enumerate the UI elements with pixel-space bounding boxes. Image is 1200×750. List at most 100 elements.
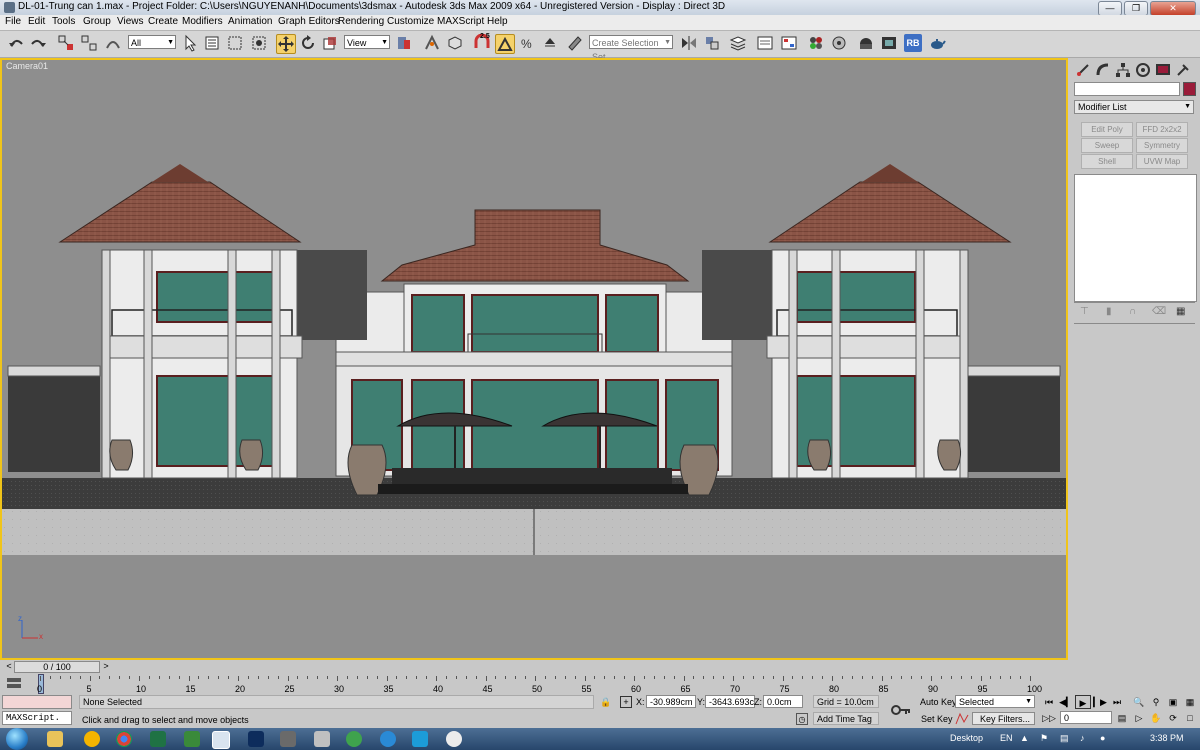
app-icon-blue[interactable] (380, 731, 396, 747)
align-icon[interactable] (703, 34, 721, 52)
pivot-point-center-icon[interactable] (395, 34, 413, 52)
set-key-icon[interactable] (890, 700, 912, 720)
tray-network-icon[interactable]: ▤ (1060, 733, 1069, 744)
select-and-scale-icon[interactable] (321, 34, 339, 52)
3dsmax-taskbar-icon[interactable] (212, 731, 230, 749)
orbit-icon[interactable]: ⟳ (1165, 711, 1181, 725)
zoom-all-icon[interactable]: ⚲ (1148, 695, 1164, 709)
modifier-stack-list[interactable] (1074, 174, 1197, 302)
key-mode-dropdown[interactable]: Selected ▼ (955, 695, 1035, 708)
messenger-icon[interactable] (84, 731, 100, 747)
default-in-out-tangent-icon[interactable] (955, 712, 969, 725)
shell-button[interactable]: Shell (1081, 154, 1133, 169)
select-and-manipulate-icon[interactable] (423, 34, 441, 52)
remove-modifier-icon[interactable]: ⌫ (1152, 306, 1166, 317)
motion-tab-icon[interactable] (1135, 62, 1151, 78)
explorer-icon[interactable] (47, 731, 63, 747)
lock-selection-icon[interactable]: 🔒 (600, 697, 611, 708)
menu-help[interactable]: Help (487, 16, 508, 27)
sweep-button[interactable]: Sweep (1081, 138, 1133, 153)
named-selection-sets-dropdown[interactable]: Create Selection Set ▼ (589, 35, 673, 62)
photoshop-icon[interactable] (248, 731, 264, 747)
key-mode-toggle-icon[interactable]: ▷▷ (1041, 711, 1057, 725)
unlink-icon[interactable] (80, 34, 98, 52)
menu-rendering[interactable]: Rendering (338, 16, 384, 27)
play-icon[interactable]: ▶ (1075, 695, 1091, 709)
menu-maxscript[interactable]: MAXScript (437, 16, 484, 27)
app-icon-cyan[interactable] (412, 731, 428, 747)
minimize-button[interactable]: — (1098, 1, 1122, 16)
absolute-mode-icon[interactable]: + (620, 696, 632, 708)
maxscript-mini-listener[interactable]: MAXScript. (2, 711, 72, 725)
start-button[interactable] (6, 728, 28, 750)
teapot-icon[interactable] (928, 34, 946, 52)
render-production-icon[interactable] (880, 34, 898, 52)
schematic-view-icon[interactable] (780, 34, 798, 52)
y-coord-field[interactable]: -3643.693c (705, 695, 755, 708)
make-unique-icon[interactable]: ∩ (1129, 306, 1136, 317)
x-coord-field[interactable]: -30.989cm (646, 695, 696, 708)
app-icon-light[interactable] (314, 731, 330, 747)
edit-poly-button[interactable]: Edit Poly (1081, 122, 1133, 137)
track-bar[interactable]: 0 5 10 15 20 25 30 35 40 45 50 55 60 65 70 75 80 85 90 95 10… (0, 674, 1068, 694)
go-to-end-icon[interactable]: ⏭ (1109, 695, 1125, 709)
menu-views[interactable]: Views (117, 16, 144, 27)
app-icon[interactable] (4, 2, 15, 13)
create-tab-icon[interactable] (1075, 62, 1091, 78)
layer-manager-icon[interactable] (729, 34, 747, 52)
add-time-tag-button[interactable]: Add Time Tag (813, 712, 879, 725)
menu-group[interactable]: Group (83, 16, 111, 27)
field-of-view-icon[interactable]: ▷ (1131, 711, 1147, 725)
prev-frame-icon[interactable]: < (4, 661, 14, 673)
next-frame-icon[interactable]: > (101, 661, 111, 673)
menu-tools[interactable]: Tools (52, 16, 75, 27)
tray-arrow-icon[interactable]: ▲ (1020, 733, 1029, 743)
app-icon-round-green[interactable] (346, 731, 362, 747)
window-crossing-icon[interactable] (250, 34, 268, 52)
redo-icon[interactable] (29, 34, 47, 52)
tray-flag-icon[interactable]: ⚑ (1040, 733, 1048, 744)
time-slider-track[interactable]: < 0 / 100 > (0, 660, 1068, 674)
menu-file[interactable]: File (5, 16, 21, 27)
mirror-icon[interactable] (680, 34, 698, 52)
undo-icon[interactable] (7, 34, 25, 52)
pan-view-icon[interactable]: ✋ (1148, 711, 1164, 725)
object-color-swatch[interactable] (1183, 82, 1196, 96)
maximize-viewport-icon[interactable]: □ (1182, 711, 1198, 725)
rb-script-button[interactable]: RB (904, 34, 922, 52)
mini-curve-editor-icon[interactable] (5, 676, 23, 692)
modifier-list-dropdown[interactable]: Modifier List ▼ (1074, 100, 1194, 114)
menu-edit[interactable]: Edit (28, 16, 45, 27)
auto-key-button[interactable]: Auto Key (920, 697, 957, 707)
previous-frame-icon[interactable]: ◀▎ (1058, 695, 1074, 709)
render-setup-icon[interactable] (830, 34, 848, 52)
rendered-frame-window-icon[interactable] (857, 34, 875, 52)
current-frame-field[interactable]: 0 (1060, 711, 1112, 724)
configure-sets-icon[interactable]: ▦ (1176, 306, 1185, 317)
curve-editor-icon[interactable] (756, 34, 774, 52)
tray-app-icon[interactable]: ● (1100, 733, 1105, 743)
chrome-icon[interactable] (116, 731, 132, 747)
modify-tab-icon[interactable] (1095, 62, 1111, 78)
close-button[interactable]: ✕ (1150, 1, 1196, 16)
key-filters-button[interactable]: Key Filters... (972, 712, 1035, 725)
excel-icon[interactable] (150, 731, 166, 747)
zoom-extents-all-icon[interactable]: ▦ (1182, 695, 1198, 709)
pin-stack-icon[interactable]: ⊤ (1080, 306, 1089, 317)
show-end-result-icon[interactable]: ▮ (1106, 306, 1112, 317)
object-name-field[interactable] (1074, 82, 1180, 96)
menu-modifiers[interactable]: Modifiers (182, 16, 223, 27)
edit-named-selection-icon[interactable] (566, 34, 584, 52)
time-configuration-icon[interactable]: ▤ (1114, 711, 1130, 725)
rectangular-selection-icon[interactable] (226, 34, 244, 52)
symmetry-button[interactable]: Symmetry (1136, 138, 1188, 153)
app-icon-green[interactable] (184, 731, 200, 747)
time-tag-icon[interactable]: ◷ (796, 713, 808, 725)
app-icon-white[interactable] (446, 731, 462, 747)
material-editor-icon[interactable] (807, 34, 825, 52)
time-slider-thumb[interactable]: 0 / 100 (14, 661, 100, 673)
tray-volume-icon[interactable]: ♪ (1080, 733, 1085, 743)
menu-customize[interactable]: Customize (387, 16, 434, 27)
select-and-move-icon[interactable] (276, 34, 296, 54)
select-by-name-icon[interactable] (203, 34, 221, 52)
